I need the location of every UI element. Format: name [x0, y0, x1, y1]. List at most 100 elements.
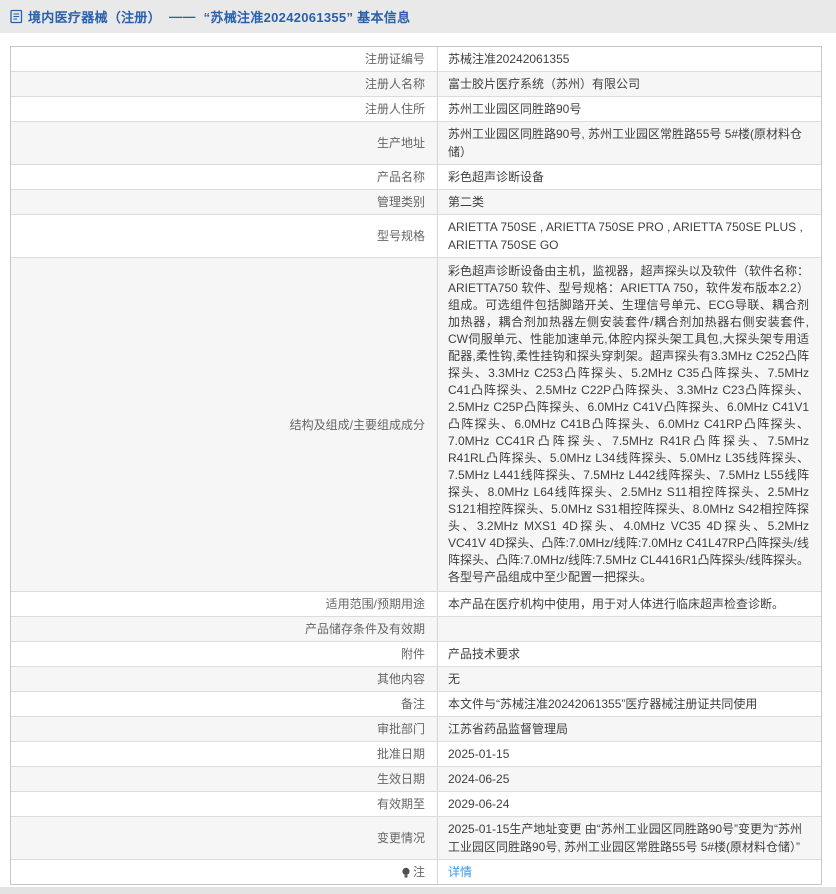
table-row: 批准日期 2025-01-15	[11, 741, 821, 766]
header-title-left: 境内医疗器械（注册）	[28, 7, 161, 26]
row-label: 产品名称	[11, 165, 438, 189]
row-value: 江苏省药品监督管理局	[438, 717, 821, 741]
row-label-text: 批准日期	[377, 745, 425, 763]
row-value-text: 2025-01-15	[448, 745, 509, 763]
header-dash: ——	[169, 9, 196, 24]
row-label-text: 产品名称	[377, 168, 425, 186]
table-row: 注 详情	[11, 859, 821, 884]
info-table: 注册证编号 苏械注准20242061355 注册人名称 富士胶片医疗系统（苏州）…	[10, 46, 822, 885]
row-label: 其他内容	[11, 667, 438, 691]
row-label: 注	[11, 860, 438, 884]
note-icon	[401, 867, 411, 879]
bottom-strip	[0, 887, 836, 894]
row-label-text: 产品储存条件及有效期	[305, 620, 425, 638]
row-value-text: 第二类	[448, 193, 484, 211]
table-row: 生产地址 苏州工业园区同胜路90号, 苏州工业园区常胜路55号 5#楼(原材料仓…	[11, 121, 821, 164]
row-label-text: 适用范围/预期用途	[326, 595, 425, 613]
header-bar: 境内医疗器械（注册） —— “苏械注准20242061355” 基本信息	[0, 0, 836, 33]
row-label-text: 备注	[401, 695, 425, 713]
row-value-text: 本文件与“苏械注准20242061355”医疗器械注册证共同使用	[448, 695, 757, 713]
row-value: 详情	[438, 860, 821, 884]
table-row: 其他内容 无	[11, 666, 821, 691]
row-label: 变更情况	[11, 817, 438, 859]
table-row: 结构及组成/主要组成成分 彩色超声诊断设备由主机，监视器，超声探头以及软件（软件…	[11, 257, 821, 591]
row-label-text: 生产地址	[377, 134, 425, 152]
row-value: 2024-06-25	[438, 767, 821, 791]
row-value: 本产品在医疗机构中使用，用于对人体进行临床超声检查诊断。	[438, 592, 821, 616]
row-value: 无	[438, 667, 821, 691]
row-label-text: 审批部门	[377, 720, 425, 738]
row-value: 本文件与“苏械注准20242061355”医疗器械注册证共同使用	[438, 692, 821, 716]
row-label-text: 附件	[401, 645, 425, 663]
row-label-text: 型号规格	[377, 227, 425, 245]
row-value-text: ARIETTA 750SE , ARIETTA 750SE PRO , ARIE…	[448, 218, 809, 254]
row-value-text: 产品技术要求	[448, 645, 520, 663]
row-label: 注册人住所	[11, 97, 438, 121]
page: 境内医疗器械（注册） —— “苏械注准20242061355” 基本信息 注册证…	[0, 0, 836, 894]
table-row: 变更情况 2025-01-15生产地址变更 由“苏州工业园区同胜路90号”变更为…	[11, 816, 821, 859]
row-label: 型号规格	[11, 215, 438, 257]
row-label-text: 变更情况	[377, 829, 425, 847]
row-value-text: 本产品在医疗机构中使用，用于对人体进行临床超声检查诊断。	[448, 595, 784, 613]
table-row: 生效日期 2024-06-25	[11, 766, 821, 791]
row-value: 彩色超声诊断设备	[438, 165, 821, 189]
row-label-text: 生效日期	[377, 770, 425, 788]
row-value-text: 2025-01-15生产地址变更 由“苏州工业园区同胜路90号”变更为“苏州工业…	[448, 820, 809, 856]
row-value-text: 苏械注准20242061355	[448, 50, 569, 68]
row-label: 注册人名称	[11, 72, 438, 96]
row-value-text: 彩色超声诊断设备由主机，监视器，超声探头以及软件（软件名称：ARIETTA750…	[448, 263, 809, 586]
table-row: 产品储存条件及有效期	[11, 616, 821, 641]
row-label-text: 注册证编号	[365, 50, 425, 68]
row-value	[438, 617, 821, 641]
row-label-text: 其他内容	[377, 670, 425, 688]
row-label: 生产地址	[11, 122, 438, 164]
document-icon	[10, 9, 23, 24]
row-value: 苏州工业园区同胜路90号, 苏州工业园区常胜路55号 5#楼(原材料仓储）	[438, 122, 821, 164]
row-label: 附件	[11, 642, 438, 666]
row-label: 生效日期	[11, 767, 438, 791]
row-value-text: 苏州工业园区同胜路90号, 苏州工业园区常胜路55号 5#楼(原材料仓储）	[448, 125, 809, 161]
details-link[interactable]: 详情	[448, 863, 472, 881]
row-label: 有效期至	[11, 792, 438, 816]
row-value-text: 2024-06-25	[448, 770, 509, 788]
table-row: 注册人名称 富士胶片医疗系统（苏州）有限公司	[11, 71, 821, 96]
row-label: 批准日期	[11, 742, 438, 766]
row-label: 注册证编号	[11, 47, 438, 71]
row-value-text: 江苏省药品监督管理局	[448, 720, 568, 738]
table-row: 注册人住所 苏州工业园区同胜路90号	[11, 96, 821, 121]
row-value: 富士胶片医疗系统（苏州）有限公司	[438, 72, 821, 96]
row-label-text: 有效期至	[377, 795, 425, 813]
table-row: 管理类别 第二类	[11, 189, 821, 214]
row-value: 苏械注准20242061355	[438, 47, 821, 71]
row-value: 产品技术要求	[438, 642, 821, 666]
table-row: 审批部门 江苏省药品监督管理局	[11, 716, 821, 741]
row-value: 2025-01-15	[438, 742, 821, 766]
header-title-right: “苏械注准20242061355” 基本信息	[204, 7, 411, 26]
row-value: ARIETTA 750SE , ARIETTA 750SE PRO , ARIE…	[438, 215, 821, 257]
row-value: 第二类	[438, 190, 821, 214]
table-row: 附件 产品技术要求	[11, 641, 821, 666]
row-value-text: 无	[448, 670, 460, 688]
table-row: 注册证编号 苏械注准20242061355	[11, 47, 821, 71]
row-value: 2029-06-24	[438, 792, 821, 816]
table-row: 有效期至 2029-06-24	[11, 791, 821, 816]
row-label: 结构及组成/主要组成成分	[11, 258, 438, 591]
table-row: 型号规格 ARIETTA 750SE , ARIETTA 750SE PRO ,…	[11, 214, 821, 257]
row-value: 苏州工业园区同胜路90号	[438, 97, 821, 121]
row-label: 备注	[11, 692, 438, 716]
row-value-text: 彩色超声诊断设备	[448, 168, 544, 186]
row-value: 2025-01-15生产地址变更 由“苏州工业园区同胜路90号”变更为“苏州工业…	[438, 817, 821, 859]
row-value-text: 富士胶片医疗系统（苏州）有限公司	[448, 75, 640, 93]
row-label: 适用范围/预期用途	[11, 592, 438, 616]
table-row: 产品名称 彩色超声诊断设备	[11, 164, 821, 189]
row-value: 彩色超声诊断设备由主机，监视器，超声探头以及软件（软件名称：ARIETTA750…	[438, 258, 821, 591]
row-value-text: 2029-06-24	[448, 795, 509, 813]
row-value-text: 苏州工业园区同胜路90号	[448, 100, 581, 118]
row-label: 产品储存条件及有效期	[11, 617, 438, 641]
row-label-text: 管理类别	[377, 193, 425, 211]
row-label: 管理类别	[11, 190, 438, 214]
table-row: 适用范围/预期用途 本产品在医疗机构中使用，用于对人体进行临床超声检查诊断。	[11, 591, 821, 616]
table-row: 备注 本文件与“苏械注准20242061355”医疗器械注册证共同使用	[11, 691, 821, 716]
row-label-text: 注册人住所	[365, 100, 425, 118]
row-label-text: 注册人名称	[365, 75, 425, 93]
